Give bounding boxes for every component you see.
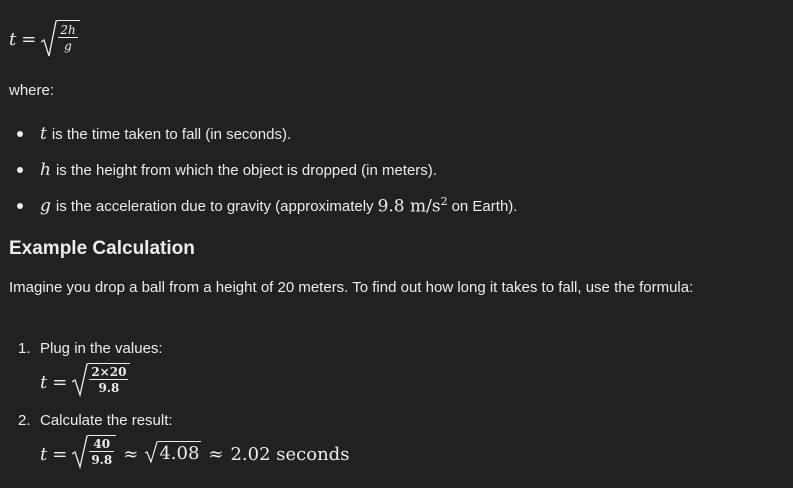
fraction-numerator: 2×20 [89, 365, 129, 380]
variable-description-end: on Earth). [451, 197, 518, 215]
section-heading: Example Calculation [9, 238, 195, 259]
chat-message-content: t = 2h g where: t is the time taken to f… [0, 0, 793, 488]
where-label: where: [9, 82, 55, 99]
variable-symbol: h [40, 160, 51, 180]
square-root-inline: 4.08 [145, 441, 202, 468]
formula-fraction: 2h g [58, 23, 78, 53]
fraction-denominator: 9.8 [98, 381, 120, 395]
step-number: 2. [18, 412, 31, 429]
equation-fraction: 40 9.8 [89, 438, 115, 467]
list-item: g is the acceleration due to gravity (ap… [9, 188, 517, 224]
result-value: 2.02 seconds [230, 444, 350, 465]
fraction-numerator: 2h [58, 23, 78, 38]
variable-symbol: t [40, 124, 47, 144]
list-item: h is the height from which the object is… [9, 152, 517, 188]
bullet-icon [17, 203, 23, 209]
radical-icon [71, 363, 89, 402]
fraction-denominator: g [64, 39, 72, 53]
list-item: t is the time taken to fall (in seconds)… [9, 116, 517, 152]
bullet-icon [17, 167, 23, 173]
radical-icon [71, 435, 89, 474]
approx-symbol: ≈ [208, 444, 224, 465]
fraction-numerator: 40 [89, 438, 115, 452]
step-item: 2. Calculate the result: t = 40 9.8 ≈ 4.… [9, 412, 349, 488]
radical-icon [41, 20, 58, 58]
step-text: Plug in the values: [40, 340, 163, 357]
variable-description: is the height from which the object is d… [55, 161, 437, 179]
equation-equals: = [52, 444, 68, 465]
equation-equals: = [52, 372, 68, 393]
step-number: 1. [18, 340, 31, 357]
equation-lhs: t [40, 372, 48, 393]
equation-lhs: t [40, 444, 48, 465]
steps-list: 1. Plug in the values: t = 2×20 9.8 2. C… [9, 340, 349, 488]
step-item: 1. Plug in the values: t = 2×20 9.8 [9, 340, 349, 412]
approx-symbol: ≈ [123, 444, 139, 465]
bullet-icon [17, 131, 23, 137]
formula-equals: = [21, 28, 37, 50]
step-equation: t = 2×20 9.8 [40, 363, 349, 402]
equation-fraction: 2×20 9.8 [89, 365, 129, 395]
step-text: Calculate the result: [40, 412, 173, 429]
formula-lhs: t [9, 28, 17, 50]
variable-description: is the time taken to fall (in seconds). [51, 125, 292, 143]
variable-list: t is the time taken to fall (in seconds)… [9, 116, 517, 224]
gravity-value: 9.8 m/s2 [378, 195, 448, 217]
variable-symbol: g [40, 196, 51, 216]
fall-time-formula: t = 2h g [9, 20, 80, 58]
gravity-value-text: 9.8 m/s [377, 196, 441, 217]
square-root: 40 9.8 [71, 435, 117, 474]
square-root: 2h g [41, 20, 80, 58]
square-root: 2×20 9.8 [71, 363, 131, 402]
intro-paragraph: Imagine you drop a ball from a height of… [9, 279, 694, 296]
sqrt-value: 4.08 [158, 441, 202, 468]
step-equation: t = 40 9.8 ≈ 4.08 ≈ 2.02 seconds [40, 435, 349, 474]
gravity-exponent: 2 [440, 195, 448, 209]
radical-icon [145, 441, 159, 468]
fraction-denominator: 9.8 [91, 453, 113, 467]
variable-description: is the acceleration due to gravity (appr… [55, 197, 374, 215]
